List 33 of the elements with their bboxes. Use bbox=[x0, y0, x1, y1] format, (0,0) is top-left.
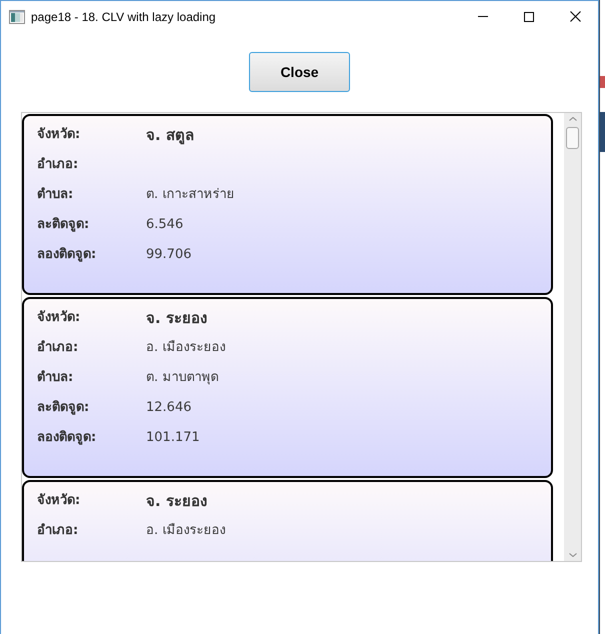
chevron-up-icon bbox=[568, 117, 576, 121]
field-label: ละติดจูด: bbox=[37, 399, 90, 418]
field-label: ตำบล: bbox=[37, 186, 74, 204]
field-value: อ. เมืองระยอง bbox=[146, 522, 226, 540]
app-window-icon bbox=[9, 10, 25, 24]
scrollbar[interactable] bbox=[564, 113, 581, 561]
field-value: ต. เกาะสาหร่าย bbox=[146, 186, 234, 204]
field-label: จังหวัด: bbox=[37, 126, 82, 144]
close-button[interactable]: Close bbox=[249, 52, 350, 92]
field-label: ลองติดจูด: bbox=[37, 246, 98, 264]
close-icon bbox=[570, 11, 580, 22]
field-value: ต. มาบตาพุด bbox=[146, 369, 218, 388]
maximize-icon bbox=[524, 12, 534, 22]
field-value: 101.171 bbox=[146, 429, 200, 448]
field-label: ละติดจูด: bbox=[37, 216, 90, 234]
field-value: จ. สตูล bbox=[146, 124, 194, 146]
field-label: ตำบล: bbox=[37, 369, 74, 388]
field-value: อ. เมืองระยอง bbox=[146, 339, 226, 358]
chevron-down-icon bbox=[568, 553, 576, 557]
field-value: จ. ระยอง bbox=[146, 490, 207, 512]
field-label: อำเภอ: bbox=[37, 522, 80, 540]
field-label: อำเภอ: bbox=[37, 156, 80, 174]
field-value: 99.706 bbox=[146, 246, 192, 264]
scrollbar-thumb[interactable] bbox=[566, 127, 579, 149]
field-label: จังหวัด: bbox=[37, 309, 82, 328]
window-title: page18 - 18. CLV with lazy loading bbox=[31, 8, 216, 26]
field-label: ลองติดจูด: bbox=[37, 429, 98, 448]
minimize-icon bbox=[478, 16, 488, 17]
field-label: จังหวัด: bbox=[37, 492, 82, 510]
field-value: 12.646 bbox=[146, 399, 192, 418]
field-value: 6.546 bbox=[146, 216, 184, 234]
field-value: จ. ระยอง bbox=[146, 308, 207, 329]
field-label: อำเภอ: bbox=[37, 339, 80, 358]
